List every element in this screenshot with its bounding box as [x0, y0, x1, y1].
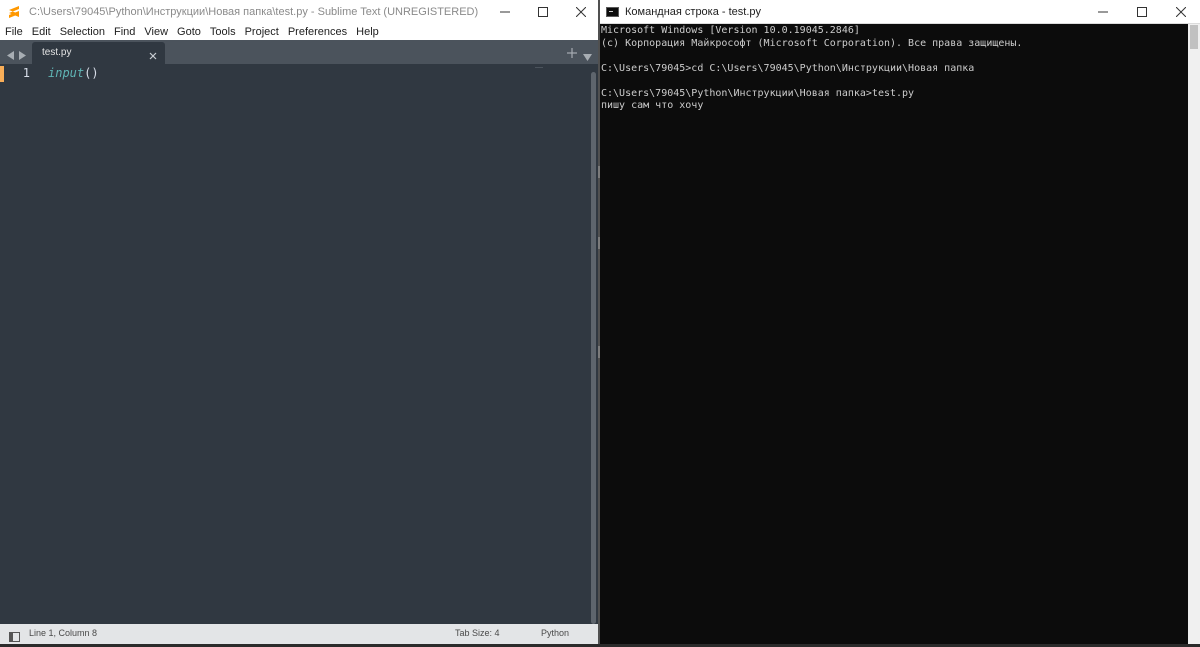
console-icon	[606, 6, 619, 17]
console-line: C:\Users\79045\Python\Инструкции\Новая п…	[601, 87, 915, 99]
code-parens: ()	[84, 66, 99, 80]
tab-test-py[interactable]: test.py	[32, 42, 165, 64]
menu-find[interactable]: Find	[114, 26, 135, 38]
cmd-window: Командная строка - test.py Microsoft Win…	[600, 0, 1200, 644]
sublime-statusbar: Line 1, Column 8 Tab Size: 4 Python	[0, 624, 600, 644]
current-line-marker	[0, 66, 4, 82]
toggle-panel-icon[interactable]	[9, 629, 20, 647]
console-output[interactable]: Microsoft Windows [Version 10.0.19045.28…	[600, 24, 1188, 644]
code-function: input	[48, 66, 85, 80]
minimize-button[interactable]	[486, 0, 524, 24]
cmd-scrollbar-thumb[interactable]	[1190, 25, 1198, 49]
cmd-close-button[interactable]	[1161, 0, 1200, 24]
tab-close-icon[interactable]	[149, 47, 157, 65]
maximize-button[interactable]	[524, 0, 562, 24]
cmd-maximize-button[interactable]	[1122, 0, 1161, 24]
line-number: 1	[22, 66, 30, 80]
sublime-app-icon	[6, 4, 22, 20]
sublime-window: C:\Users\79045\Python\Инструкции\Новая п…	[0, 0, 600, 644]
console-line: (c) Корпорация Майкрософт (Microsoft Cor…	[601, 37, 1023, 49]
menu-project[interactable]: Project	[245, 26, 279, 38]
code-editor[interactable]: 1 input()	[0, 64, 600, 624]
console-line: пишу сам что хочу	[601, 100, 704, 111]
cmd-window-title: Командная строка - test.py	[625, 5, 762, 18]
cmd-scrollbar[interactable]	[1188, 24, 1200, 644]
sublime-menubar: File Edit Selection Find View Goto Tools…	[0, 24, 600, 40]
tab-size-setting[interactable]: Tab Size: 4	[455, 628, 500, 638]
nav-forward-icon[interactable]	[18, 47, 26, 65]
minimap-marker	[535, 67, 543, 68]
new-tab-icon[interactable]	[567, 45, 577, 63]
menu-tools[interactable]: Tools	[210, 26, 236, 38]
sublime-titlebar[interactable]: C:\Users\79045\Python\Инструкции\Новая п…	[0, 0, 600, 24]
menu-file[interactable]: File	[5, 26, 23, 38]
nav-back-icon[interactable]	[7, 47, 15, 65]
console-line: C:\Users\79045>cd C:\Users\79045\Python\…	[601, 62, 975, 74]
menu-selection[interactable]: Selection	[60, 26, 105, 38]
menu-help[interactable]: Help	[356, 26, 379, 38]
console-line: Microsoft Windows [Version 10.0.19045.28…	[601, 25, 860, 36]
editor-scrollbar[interactable]	[591, 72, 596, 624]
cmd-titlebar[interactable]: Командная строка - test.py	[600, 0, 1200, 24]
sublime-window-title: C:\Users\79045\Python\Инструкции\Новая п…	[29, 6, 479, 18]
syntax-selector[interactable]: Python	[541, 628, 569, 638]
sublime-tabbar: test.py	[0, 40, 600, 64]
cursor-position: Line 1, Column 8	[29, 628, 98, 638]
cmd-minimize-button[interactable]	[1083, 0, 1122, 24]
menu-edit[interactable]: Edit	[32, 26, 51, 38]
code-line[interactable]: input()	[48, 66, 99, 80]
close-button[interactable]	[562, 0, 600, 24]
menu-goto[interactable]: Goto	[177, 26, 201, 38]
menu-view[interactable]: View	[144, 26, 168, 38]
menu-preferences[interactable]: Preferences	[288, 26, 347, 38]
tab-label: test.py	[42, 47, 72, 58]
